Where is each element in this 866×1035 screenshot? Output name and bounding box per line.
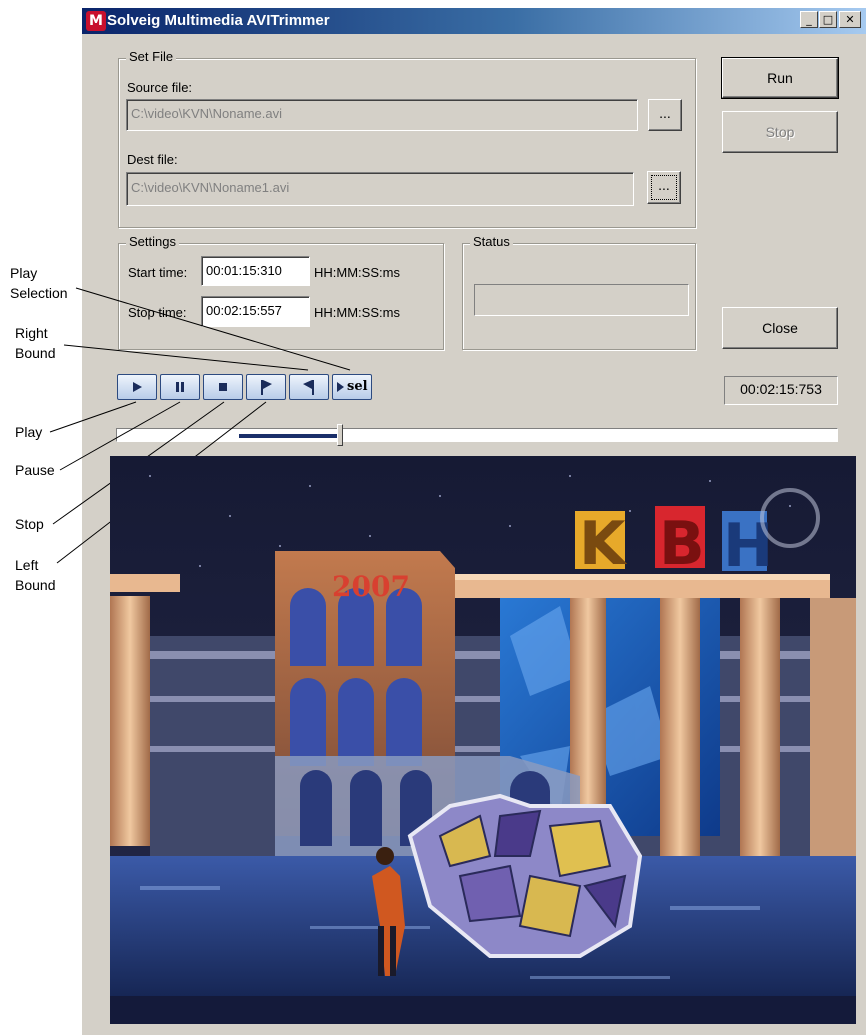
play-selection-button[interactable]: sel (332, 374, 372, 400)
left-bound-icon (261, 380, 272, 395)
callout-right-bound: Right Bound (15, 323, 55, 363)
window-title: Solveig Multimedia AVITrimmer (107, 12, 330, 29)
stop-time-format: HH:MM:SS:ms (314, 305, 400, 320)
stop-time-input[interactable]: 00:02:15:557 (201, 296, 310, 327)
video-sign-b: B (659, 509, 705, 579)
current-time-display: 00:02:15:753 (724, 376, 838, 405)
left-bound-button[interactable] (246, 374, 286, 400)
minimize-button[interactable]: _ (800, 11, 818, 28)
app-logo-icon[interactable]: M (86, 11, 106, 31)
start-time-format: HH:MM:SS:ms (314, 265, 400, 280)
callout-play-selection-line1: Play (10, 265, 38, 281)
start-time-input[interactable]: 00:01:15:310 (201, 256, 310, 286)
callout-pause: Pause (15, 462, 55, 478)
stop-icon (219, 383, 227, 391)
callout-stop: Stop (15, 516, 44, 532)
status-progress (474, 284, 689, 316)
callout-right-bound-line2: Bound (15, 345, 56, 361)
source-file-field[interactable]: C:\video\KVN\Noname.avi (126, 99, 638, 131)
callout-play-selection: Play Selection (10, 263, 68, 303)
timeline-track[interactable] (116, 424, 838, 446)
start-time-label: Start time: (128, 265, 188, 280)
stop-button[interactable]: Stop (722, 111, 838, 153)
source-file-label: Source file: (127, 80, 193, 95)
video-sign-h: H (723, 511, 773, 581)
callout-left-bound: Left Bound (15, 555, 55, 595)
video-frame-image: 2007 K B H (110, 456, 856, 1024)
stop-playback-button[interactable] (203, 374, 243, 400)
callout-left-bound-line1: Left (15, 557, 39, 573)
timeline-thumb[interactable] (337, 424, 343, 446)
callout-play: Play (15, 424, 43, 440)
status-legend: Status (470, 234, 513, 249)
app-logo-letter: M (89, 13, 103, 29)
callout-play-selection-line2: Selection (10, 285, 68, 301)
run-button[interactable]: Run (721, 57, 839, 99)
stop-time-label: Stop time: (128, 305, 187, 320)
close-button[interactable]: Close (722, 307, 838, 349)
play-icon (133, 382, 142, 392)
callout-left-bound-line2: Bound (15, 577, 56, 593)
right-bound-icon (303, 380, 314, 395)
callout-right-bound-line1: Right (15, 325, 48, 341)
close-window-button[interactable]: ✕ (839, 11, 861, 28)
video-preview[interactable]: 2007 K B H (110, 456, 856, 1024)
sel-text: sel (347, 379, 368, 394)
dest-file-field[interactable]: C:\video\KVN\Noname1.avi (126, 172, 634, 206)
play-button[interactable] (117, 374, 157, 400)
video-sign-k: K (579, 509, 628, 579)
settings-legend: Settings (126, 234, 179, 249)
maximize-button[interactable]: □ (819, 11, 837, 28)
dest-file-label: Dest file: (127, 152, 178, 167)
dest-browse-button[interactable]: ... (647, 171, 681, 204)
video-tower-text: 2007 (332, 570, 410, 603)
right-bound-button[interactable] (289, 374, 329, 400)
set-file-legend: Set File (126, 49, 177, 64)
pause-button[interactable] (160, 374, 200, 400)
source-browse-button[interactable]: ... (648, 99, 682, 131)
pause-icon (176, 382, 184, 392)
timeline-selection (239, 434, 340, 438)
